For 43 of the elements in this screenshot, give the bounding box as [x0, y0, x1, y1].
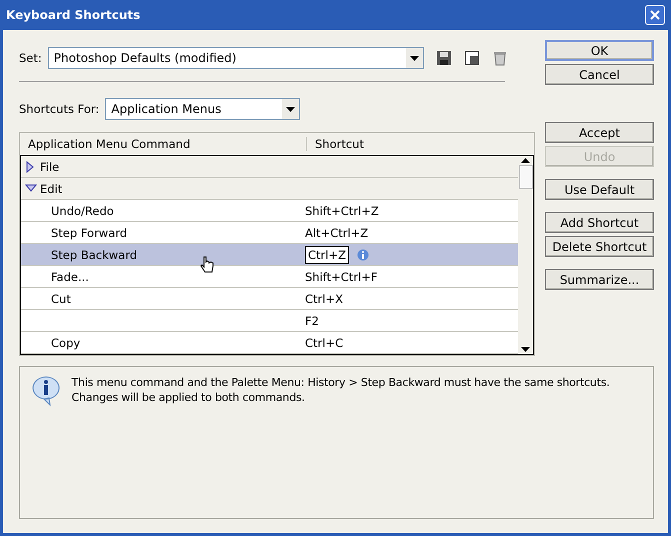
- command-cell: Copy: [51, 336, 80, 350]
- dialog-button[interactable]: Cancel: [545, 64, 654, 85]
- scrollbar[interactable]: [518, 156, 533, 354]
- column-header[interactable]: Application Menu Command: [20, 137, 307, 151]
- new-set-icon[interactable]: [464, 50, 480, 66]
- command-cell: Undo/Redo: [51, 204, 114, 218]
- action-button[interactable]: Summarize...: [545, 269, 654, 290]
- shortcut-cell: Ctrl+X: [305, 292, 343, 306]
- action-button[interactable]: Accept: [545, 122, 654, 143]
- scroll-down-arrow-icon[interactable]: [521, 347, 530, 352]
- shortcut-cell: Ctrl+C: [305, 336, 344, 350]
- command-cell: Fade...: [51, 270, 89, 284]
- shortcut-cell: Alt+Ctrl+Z: [305, 226, 368, 240]
- group-label[interactable]: File: [40, 160, 60, 174]
- close-icon: [650, 10, 660, 20]
- group-label[interactable]: Edit: [40, 182, 62, 196]
- triangle-icon[interactable]: [25, 182, 37, 194]
- shortcut-cell: F2: [305, 314, 319, 328]
- shortcut-cell: Shift+Ctrl+Z: [305, 204, 379, 218]
- command-cell: Step Backward: [51, 248, 138, 262]
- scrollbar-thumb[interactable]: [518, 165, 532, 189]
- info-icon: [30, 375, 62, 407]
- close-button[interactable]: [645, 5, 665, 25]
- dialog-button[interactable]: OK: [545, 40, 654, 61]
- shortcut-cell: Shift+Ctrl+F: [305, 270, 378, 284]
- selected-row[interactable]: Step Backward Ctrl+Z: [21, 244, 518, 266]
- command-cell: Cut: [51, 292, 71, 306]
- shortcut-field[interactable]: Ctrl+Z: [305, 246, 349, 264]
- column-header[interactable]: Shortcut: [307, 137, 364, 151]
- message-text: This menu command and the Palette Menu: History > Step Backward must have the same shortcuts. Changes will be applied to both commands.: [72, 375, 611, 406]
- action-button[interactable]: Add Shortcut: [545, 212, 654, 233]
- window-title: Keyboard Shortcuts: [6, 8, 140, 22]
- trash-icon[interactable]: [492, 50, 508, 66]
- set-dropdown[interactable]: Photoshop Defaults (modified): [48, 47, 424, 69]
- command-cell: Step Forward: [51, 226, 128, 240]
- set-label: Set:: [19, 51, 42, 65]
- shortcuts-for-label: Shortcuts For:: [19, 102, 100, 116]
- shortcuts-for-dropdown[interactable]: Application Menus: [105, 98, 300, 120]
- info-icon: [356, 248, 369, 260]
- action-button[interactable]: Delete Shortcut: [545, 236, 654, 257]
- save-icon[interactable]: [436, 50, 452, 66]
- action-button[interactable]: Use Default: [545, 179, 654, 200]
- scroll-up-arrow-icon[interactable]: [521, 158, 530, 163]
